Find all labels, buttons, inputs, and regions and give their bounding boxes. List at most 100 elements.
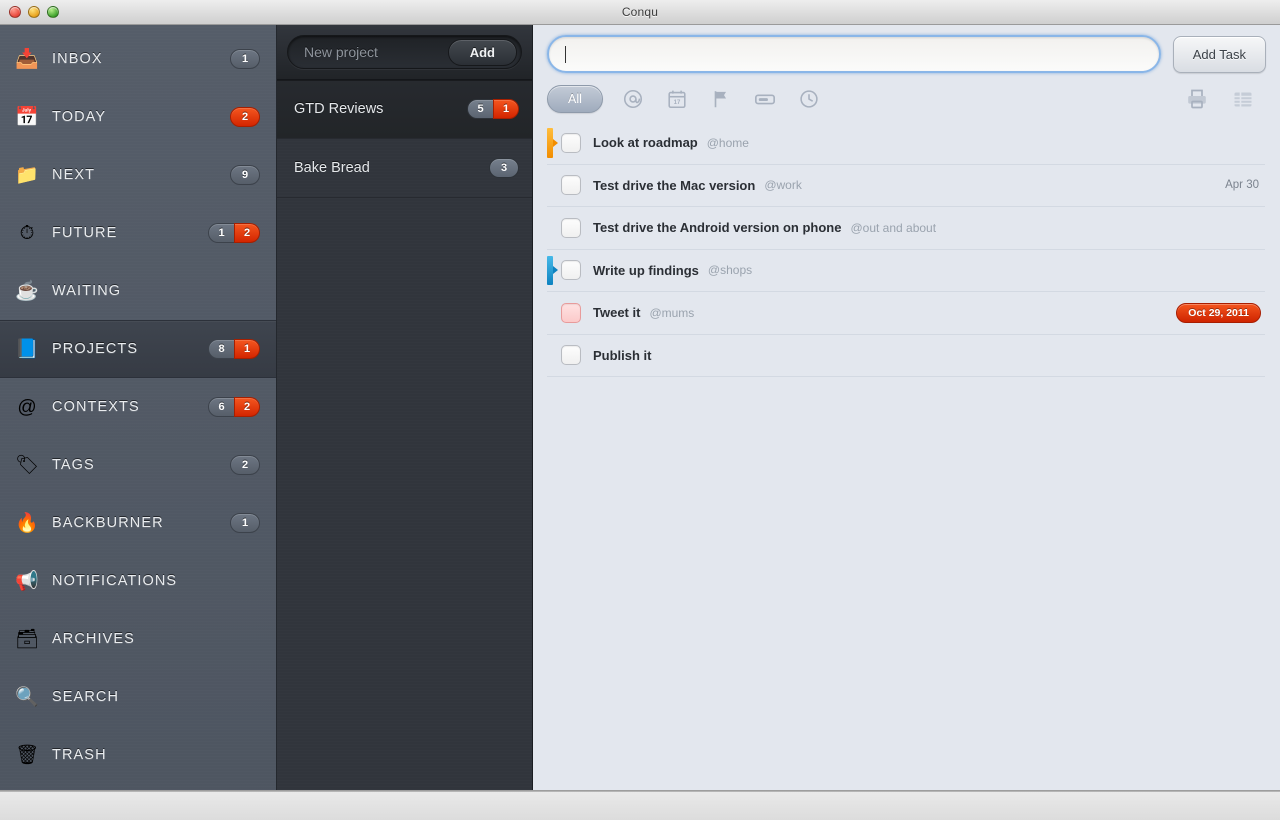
sidebar-item-label: ARCHIVES	[52, 631, 135, 647]
sidebar-item-label: CONTEXTS	[52, 399, 140, 415]
task-context: @mums	[649, 305, 695, 320]
count-badge: 1	[234, 339, 260, 359]
project-book-icon: 📘	[15, 338, 39, 360]
task-row[interactable]: Test drive the Android version on phone @…	[547, 207, 1265, 250]
task-checkbox[interactable]	[561, 175, 581, 196]
count-badge: 2	[230, 107, 260, 127]
task-context: @work	[764, 178, 802, 193]
sidebar-item-backburner[interactable]: 🔥 BACKBURNER 1	[0, 494, 276, 552]
new-project-header: New project Add	[277, 25, 532, 80]
task-input[interactable]	[547, 35, 1161, 73]
project-badges: 51	[467, 99, 519, 119]
sidebar-item-label: FUTURE	[52, 225, 118, 241]
sidebar-item-inbox[interactable]: 📥 INBOX 1	[0, 30, 276, 88]
task-due-date: Oct 29, 2011	[1176, 302, 1261, 323]
count-badge: 6	[208, 397, 234, 417]
sidebar: 📥 INBOX 1 📅 TODAY 2 📁 NEXT 9 ⏱ FUTURE 1 2 ☕ WAITING 📘 PR…	[0, 25, 277, 790]
count-badge: 1	[230, 49, 260, 69]
task-row[interactable]: Publish it	[547, 335, 1265, 377]
task-title: Publish it	[593, 347, 652, 363]
filter-all[interactable]: All	[547, 85, 603, 113]
megaphone-icon: 📢	[15, 570, 39, 592]
projects-panel: New project Add GTD Reviews 5 1 Bake Bread 3	[277, 25, 533, 790]
project-item[interactable]: GTD Reviews 5 1	[277, 80, 532, 139]
sidebar-item-contexts[interactable]: @ CONTEXTS 6 2	[0, 378, 276, 436]
task-title: Write up findings	[593, 262, 699, 278]
task-context: @out and about	[850, 220, 937, 235]
window-body: 📥 INBOX 1 📅 TODAY 2 📁 NEXT 9 ⏱ FUTURE 1 2 ☕ WAITING 📘 PR…	[0, 25, 1280, 791]
add-project-button[interactable]: Add	[447, 38, 517, 66]
list-view-icon[interactable]	[1220, 84, 1266, 114]
main-toolbar: Add Task All 17	[533, 25, 1280, 116]
new-project-placeholder: New project	[304, 44, 378, 60]
sidebar-item-label: NEXT	[52, 167, 96, 183]
task-row[interactable]: Tweet it @mums Oct 29, 2011	[547, 292, 1265, 335]
at-sign-icon: @	[17, 396, 37, 418]
sidebar-item-badges: 81	[208, 339, 260, 359]
count-badge: 2	[234, 223, 260, 243]
sidebar-item-projects[interactable]: 📘 PROJECTS 8 1	[0, 320, 276, 378]
count-badge: 1	[493, 99, 519, 119]
task-checkbox[interactable]	[561, 132, 581, 153]
task-checkbox[interactable]	[561, 260, 581, 281]
clock-icon: ⏱	[19, 222, 35, 244]
add-task-button[interactable]: Add Task	[1172, 35, 1266, 73]
flag-icon[interactable]	[699, 84, 743, 114]
task-checkbox[interactable]	[561, 217, 581, 238]
coffee-cup-icon: ☕	[15, 280, 39, 302]
folder-icon: 📁	[15, 164, 39, 186]
clock-icon[interactable]	[787, 84, 831, 114]
count-badge: 1	[230, 513, 260, 533]
trash-can-icon: 🗑	[14, 744, 40, 766]
count-badge: 2	[234, 397, 260, 417]
sidebar-item-today[interactable]: 📅 TODAY 2	[0, 88, 276, 146]
sidebar-item-next[interactable]: 📁 NEXT 9	[0, 146, 276, 204]
sidebar-item-search[interactable]: 🔍 SEARCH	[0, 668, 276, 726]
sidebar-item-waiting[interactable]: ☕ WAITING	[0, 262, 276, 320]
task-due-date: Apr 30	[1225, 179, 1259, 192]
task-checkbox[interactable]	[561, 345, 581, 366]
task-title: Test drive the Mac version	[593, 177, 756, 193]
sidebar-item-notifications[interactable]: 📢 NOTIFICATIONS	[0, 552, 276, 610]
task-title: Look at roadmap	[593, 135, 698, 151]
sidebar-item-tags[interactable]: 🏷 TAGS 2	[0, 436, 276, 494]
sidebar-item-label: INBOX	[52, 51, 103, 67]
count-badge: 8	[208, 339, 234, 359]
task-row[interactable]: Test drive the Mac version @work Apr 30	[547, 165, 1265, 207]
inbox-tray-icon: 📥	[15, 48, 39, 70]
sidebar-item-label: BACKBURNER	[52, 515, 164, 531]
task-title: Test drive the Android version on phone	[593, 220, 842, 236]
task-context: @shops	[707, 263, 753, 278]
window-title: Conqu	[621, 5, 659, 19]
at-sign-icon[interactable]	[611, 84, 655, 114]
task-row[interactable]: Look at roadmap @home	[547, 122, 1265, 165]
new-project-input[interactable]: New project Add	[287, 35, 522, 69]
project-list: GTD Reviews 5 1 Bake Bread 3	[277, 80, 532, 198]
archive-box-icon: 🗃	[14, 628, 40, 650]
sidebar-item-label: TODAY	[52, 109, 107, 125]
calendar-icon[interactable]: 17	[655, 84, 699, 114]
task-checkbox[interactable]	[561, 302, 581, 323]
count-badge: 9	[230, 165, 260, 185]
count-badge: 5	[467, 99, 493, 119]
count-badge: 1	[208, 223, 234, 243]
task-context: @home	[706, 135, 749, 150]
priority-marker	[547, 255, 558, 285]
sidebar-item-badges: 1	[230, 49, 260, 69]
tag-icon[interactable]	[743, 84, 787, 114]
task-title: Tweet it	[593, 305, 641, 321]
sidebar-item-trash[interactable]: 🗑 TRASH	[0, 726, 276, 784]
text-caret	[565, 45, 566, 63]
title-bar: Conqu	[0, 0, 1280, 25]
project-name: Bake Bread	[294, 160, 370, 176]
project-item[interactable]: Bake Bread 3	[277, 139, 532, 198]
tags-icon: 🏷	[14, 454, 40, 476]
sidebar-item-label: SEARCH	[52, 689, 120, 705]
task-row[interactable]: Write up findings @shops	[547, 250, 1265, 292]
sidebar-item-badges: 2	[230, 107, 260, 127]
printer-icon[interactable]	[1174, 84, 1220, 114]
count-badge: 2	[230, 455, 260, 475]
sidebar-item-archives[interactable]: 🗃 ARCHIVES	[0, 610, 276, 668]
sidebar-item-future[interactable]: ⏱ FUTURE 1 2	[0, 204, 276, 262]
sidebar-item-label: PROJECTS	[52, 341, 139, 357]
